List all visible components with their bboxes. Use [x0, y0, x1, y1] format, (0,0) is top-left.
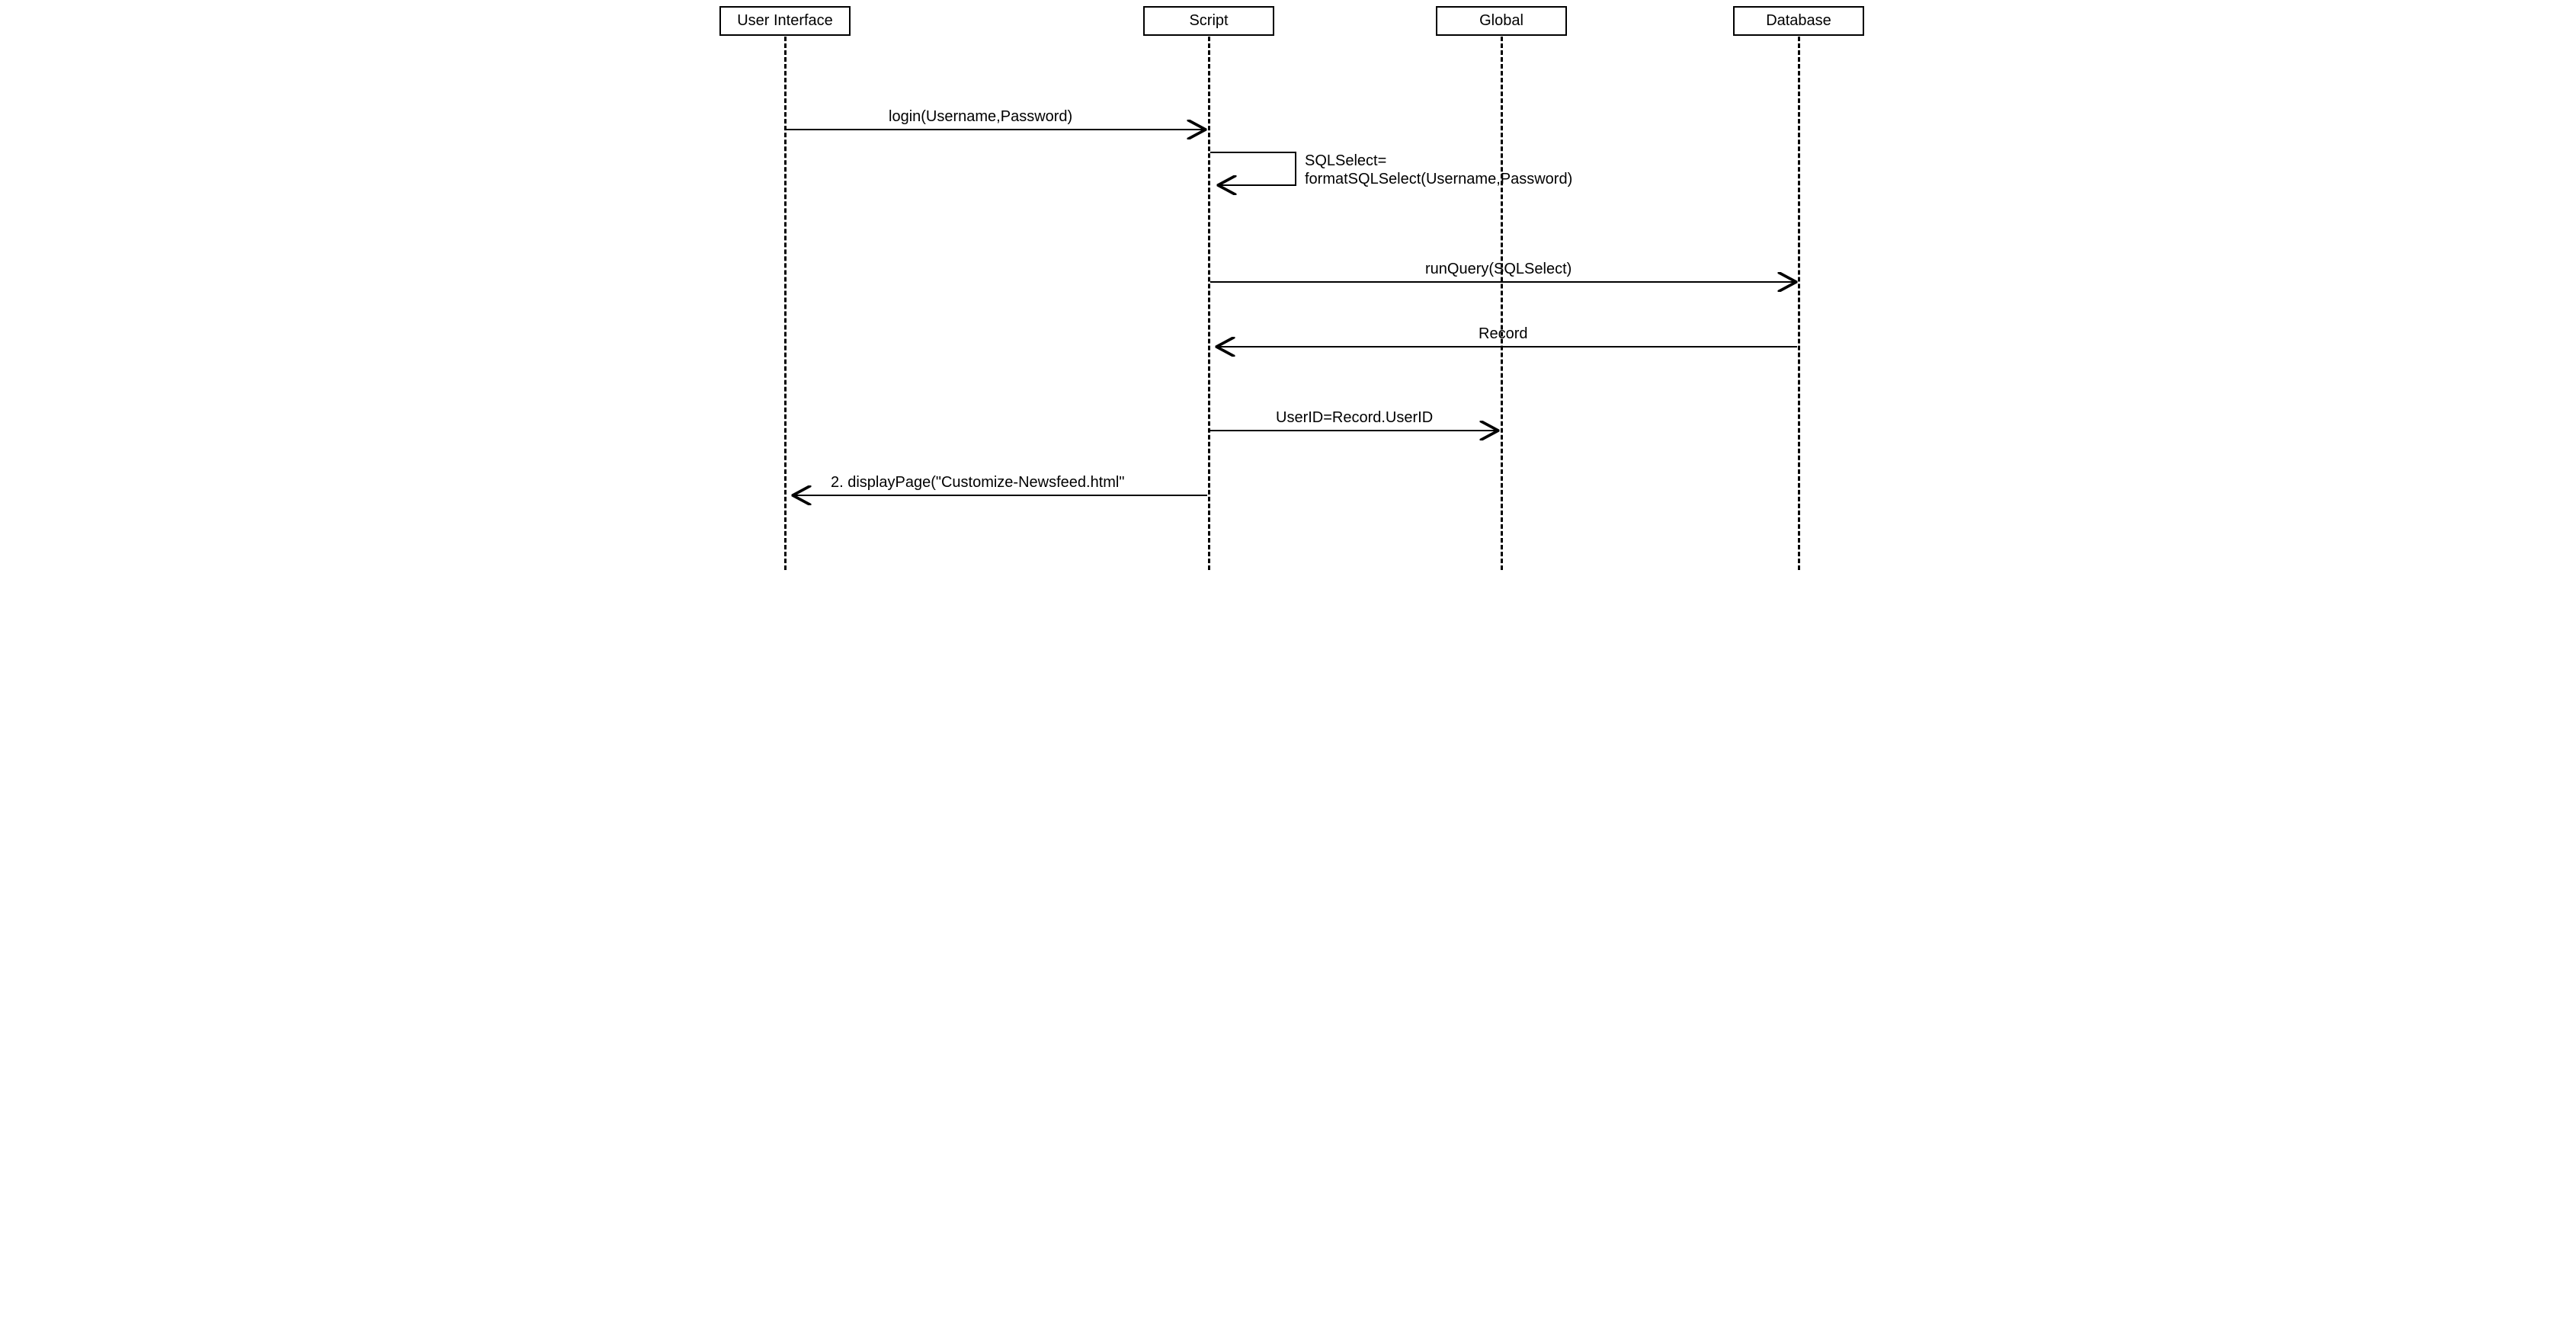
- arrows-layer: [709, 0, 1867, 594]
- message-label-login: login(Username,Password): [889, 108, 1072, 126]
- message-label-userid: UserID=Record.UserID: [1276, 409, 1433, 427]
- message-label-format-sql-line1: SQLSelect=: [1305, 152, 1386, 170]
- message-label-record: Record: [1479, 325, 1527, 343]
- message-arrow-format-sql: [1210, 152, 1296, 185]
- sequence-diagram: User Interface Script Global Database: [709, 0, 1867, 594]
- message-label-displaypage: 2. displayPage("Customize-Newsfeed.html": [831, 474, 1124, 492]
- message-label-runquery: runQuery(SQLSelect): [1425, 261, 1572, 278]
- message-label-format-sql-line2: formatSQLSelect(Username,Password): [1305, 171, 1572, 188]
